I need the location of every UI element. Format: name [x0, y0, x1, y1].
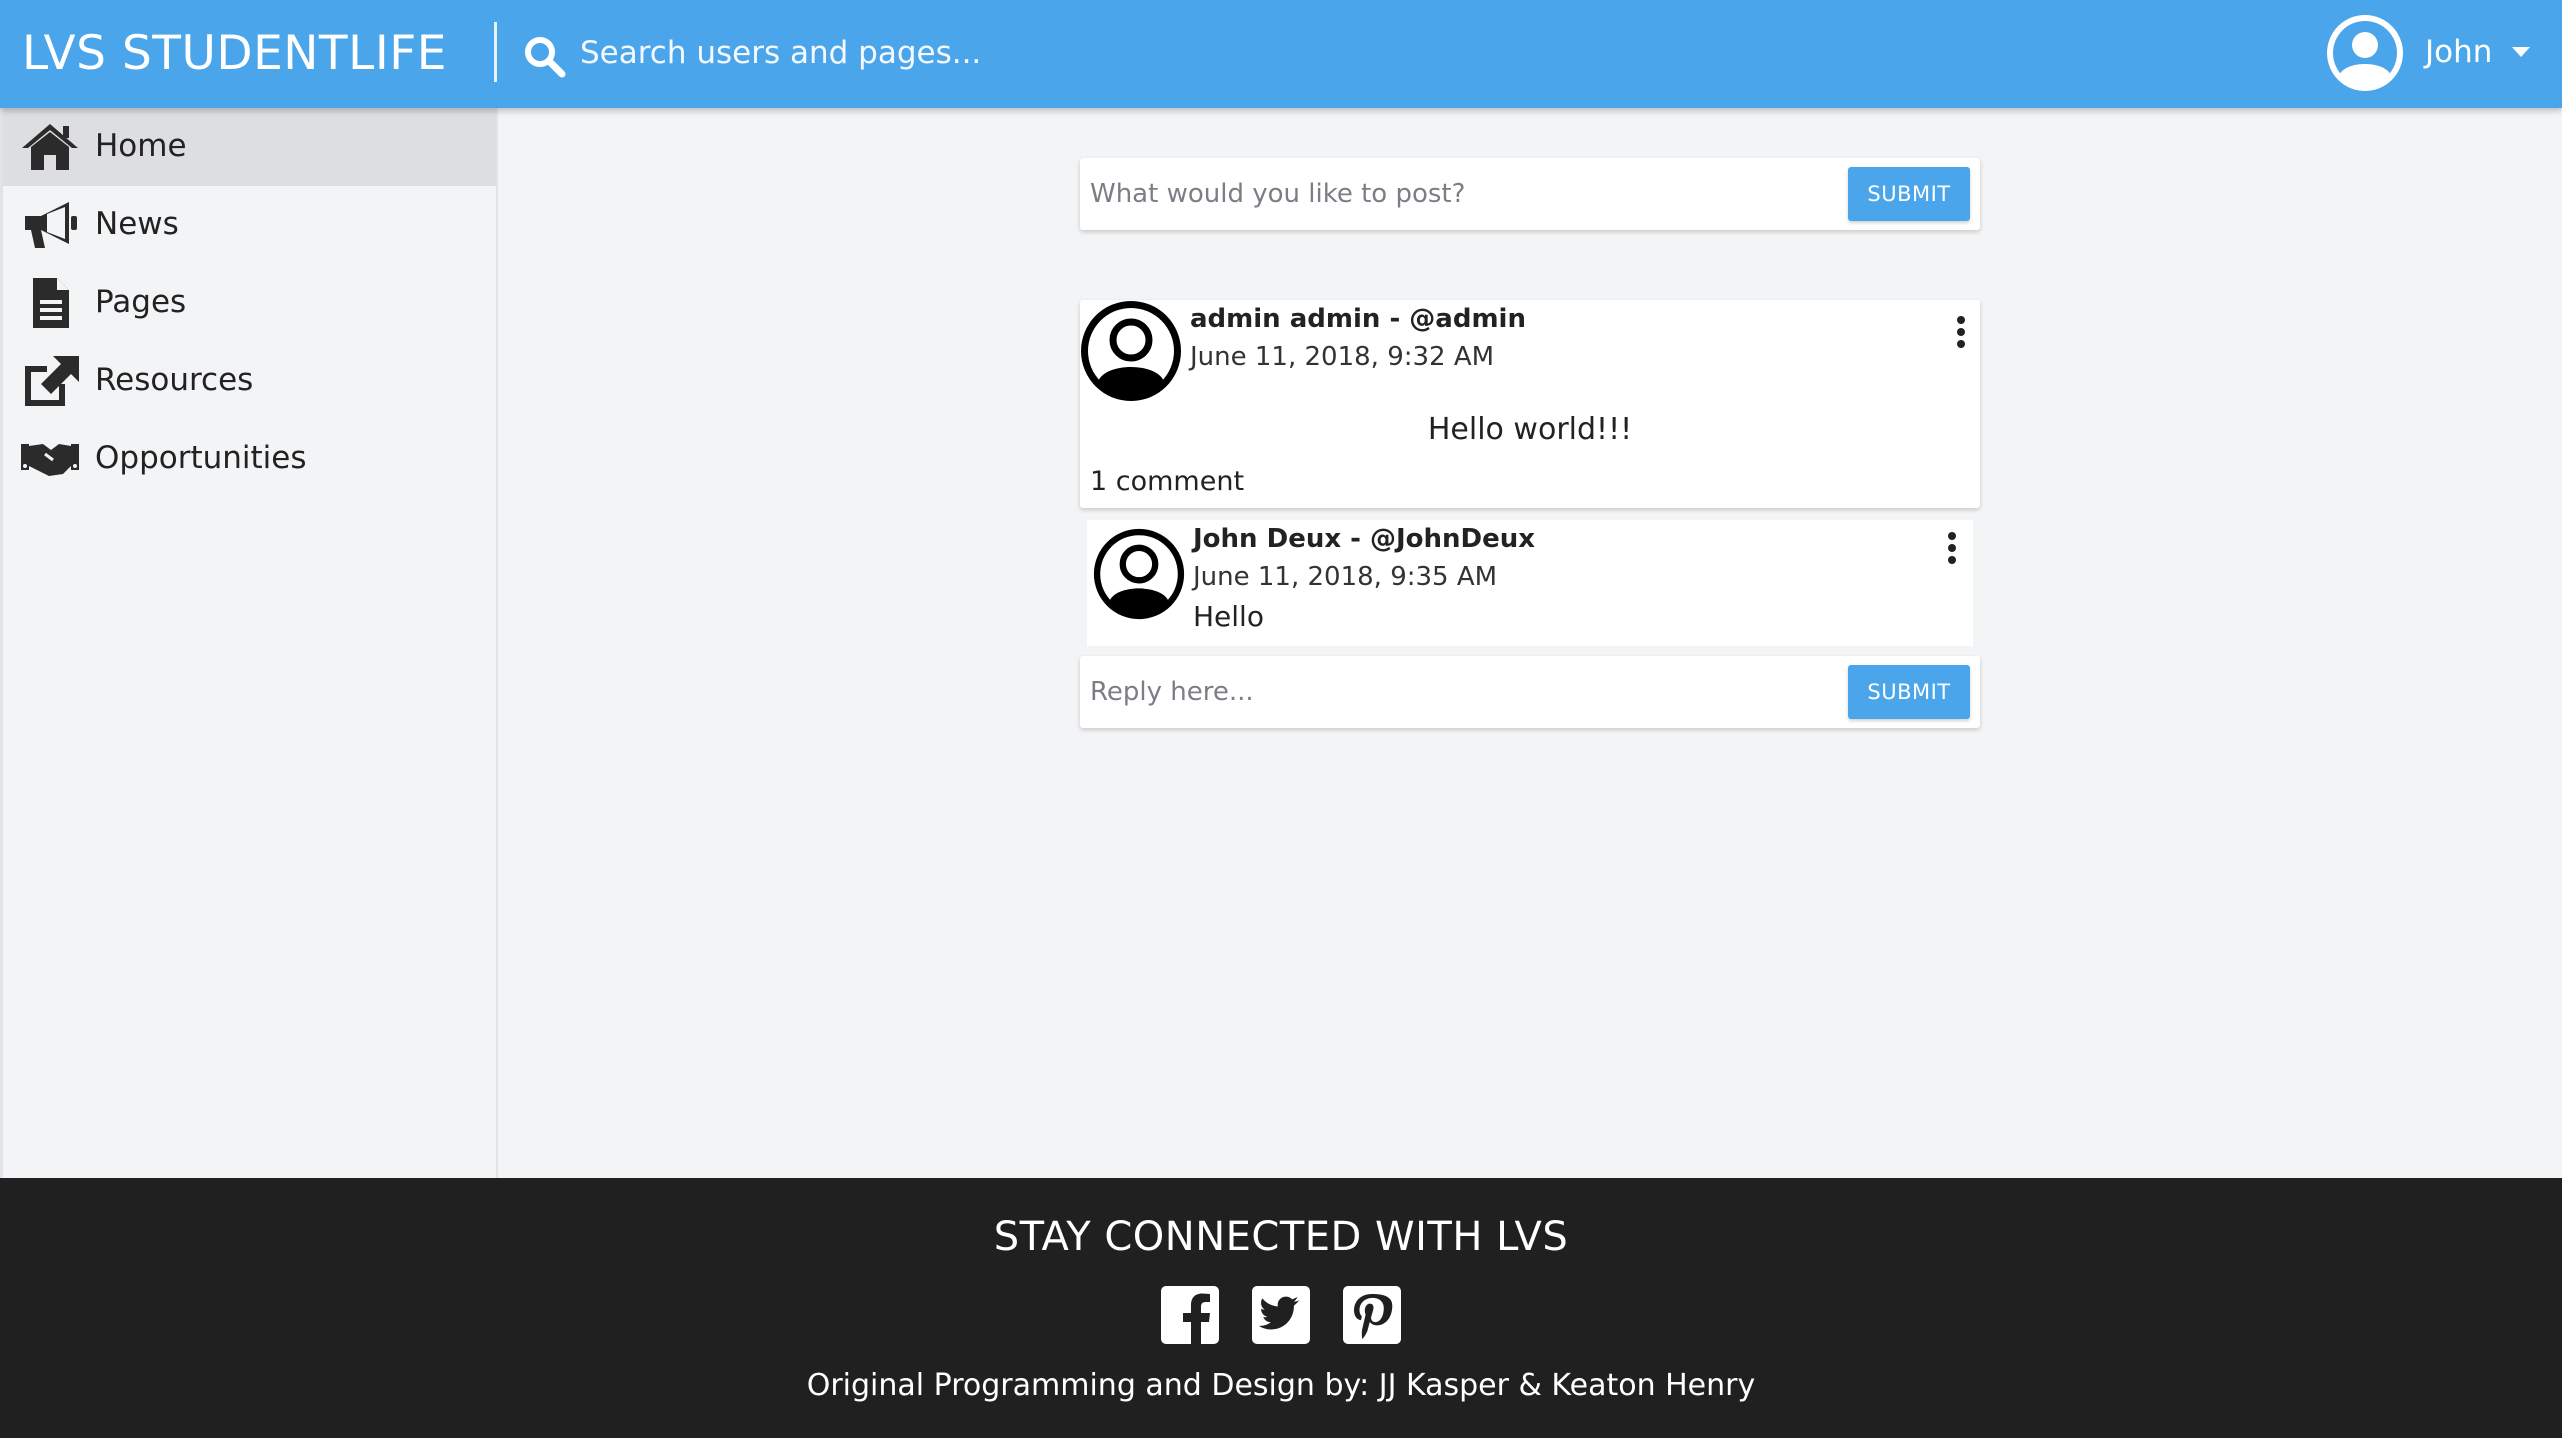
post-timestamp: June 11, 2018, 9:32 AM	[1190, 342, 1495, 372]
footer-credit: Original Programming and Design by: JJ K…	[806, 1368, 1756, 1403]
more-options-icon[interactable]	[1952, 314, 1970, 354]
post-submit-button[interactable]: SUBMIT	[1848, 167, 1970, 221]
avatar-icon	[1093, 528, 1185, 620]
reply-submit-button[interactable]: SUBMIT	[1848, 665, 1970, 719]
user-menu[interactable]: John	[2322, 14, 2542, 94]
top-navbar: LVS STUDENTLIFE John	[0, 0, 2562, 108]
reply-input[interactable]	[1090, 666, 1820, 718]
footer: STAY CONNECTED WITH LVS Original Program…	[0, 1178, 2562, 1438]
user-name: John	[2425, 34, 2493, 70]
chevron-down-icon	[2512, 47, 2530, 57]
comment-text: Hello	[1193, 600, 1264, 633]
brand-logo[interactable]: LVS STUDENTLIFE	[22, 22, 447, 86]
brand-divider	[494, 22, 497, 82]
post-author[interactable]: admin admin - @admin	[1190, 304, 1526, 334]
post-body: Hello world!!!	[1427, 412, 1633, 447]
pinterest-icon[interactable]	[1343, 1286, 1401, 1344]
user-avatar-icon	[2327, 15, 2403, 91]
comment-body: John Deux - @JohnDeux June 11, 2018, 9:3…	[1087, 520, 1973, 646]
feed: SUBMIT admin admin - @admin June 11, 201…	[0, 108, 2562, 1178]
footer-heading: STAY CONNECTED WITH LVS	[993, 1214, 1569, 1260]
comment-timestamp: June 11, 2018, 9:35 AM	[1193, 562, 1498, 592]
post-card: admin admin - @admin June 11, 2018, 9:32…	[1080, 300, 1980, 508]
reply-box: SUBMIT	[1080, 656, 1980, 728]
search-input[interactable]	[580, 24, 1280, 82]
avatar-icon	[1081, 301, 1181, 401]
search-icon[interactable]	[522, 34, 566, 78]
facebook-icon[interactable]	[1161, 1286, 1219, 1344]
twitter-icon[interactable]	[1252, 1286, 1310, 1344]
more-options-icon[interactable]	[1943, 530, 1961, 570]
comment-author[interactable]: John Deux - @JohnDeux	[1193, 524, 1535, 554]
comment-count-link[interactable]: 1 comment	[1090, 466, 1244, 497]
app-root: LVS STUDENTLIFE John	[0, 0, 2562, 1438]
post-composer: SUBMIT	[1080, 158, 1980, 230]
post-input[interactable]	[1090, 168, 1820, 220]
